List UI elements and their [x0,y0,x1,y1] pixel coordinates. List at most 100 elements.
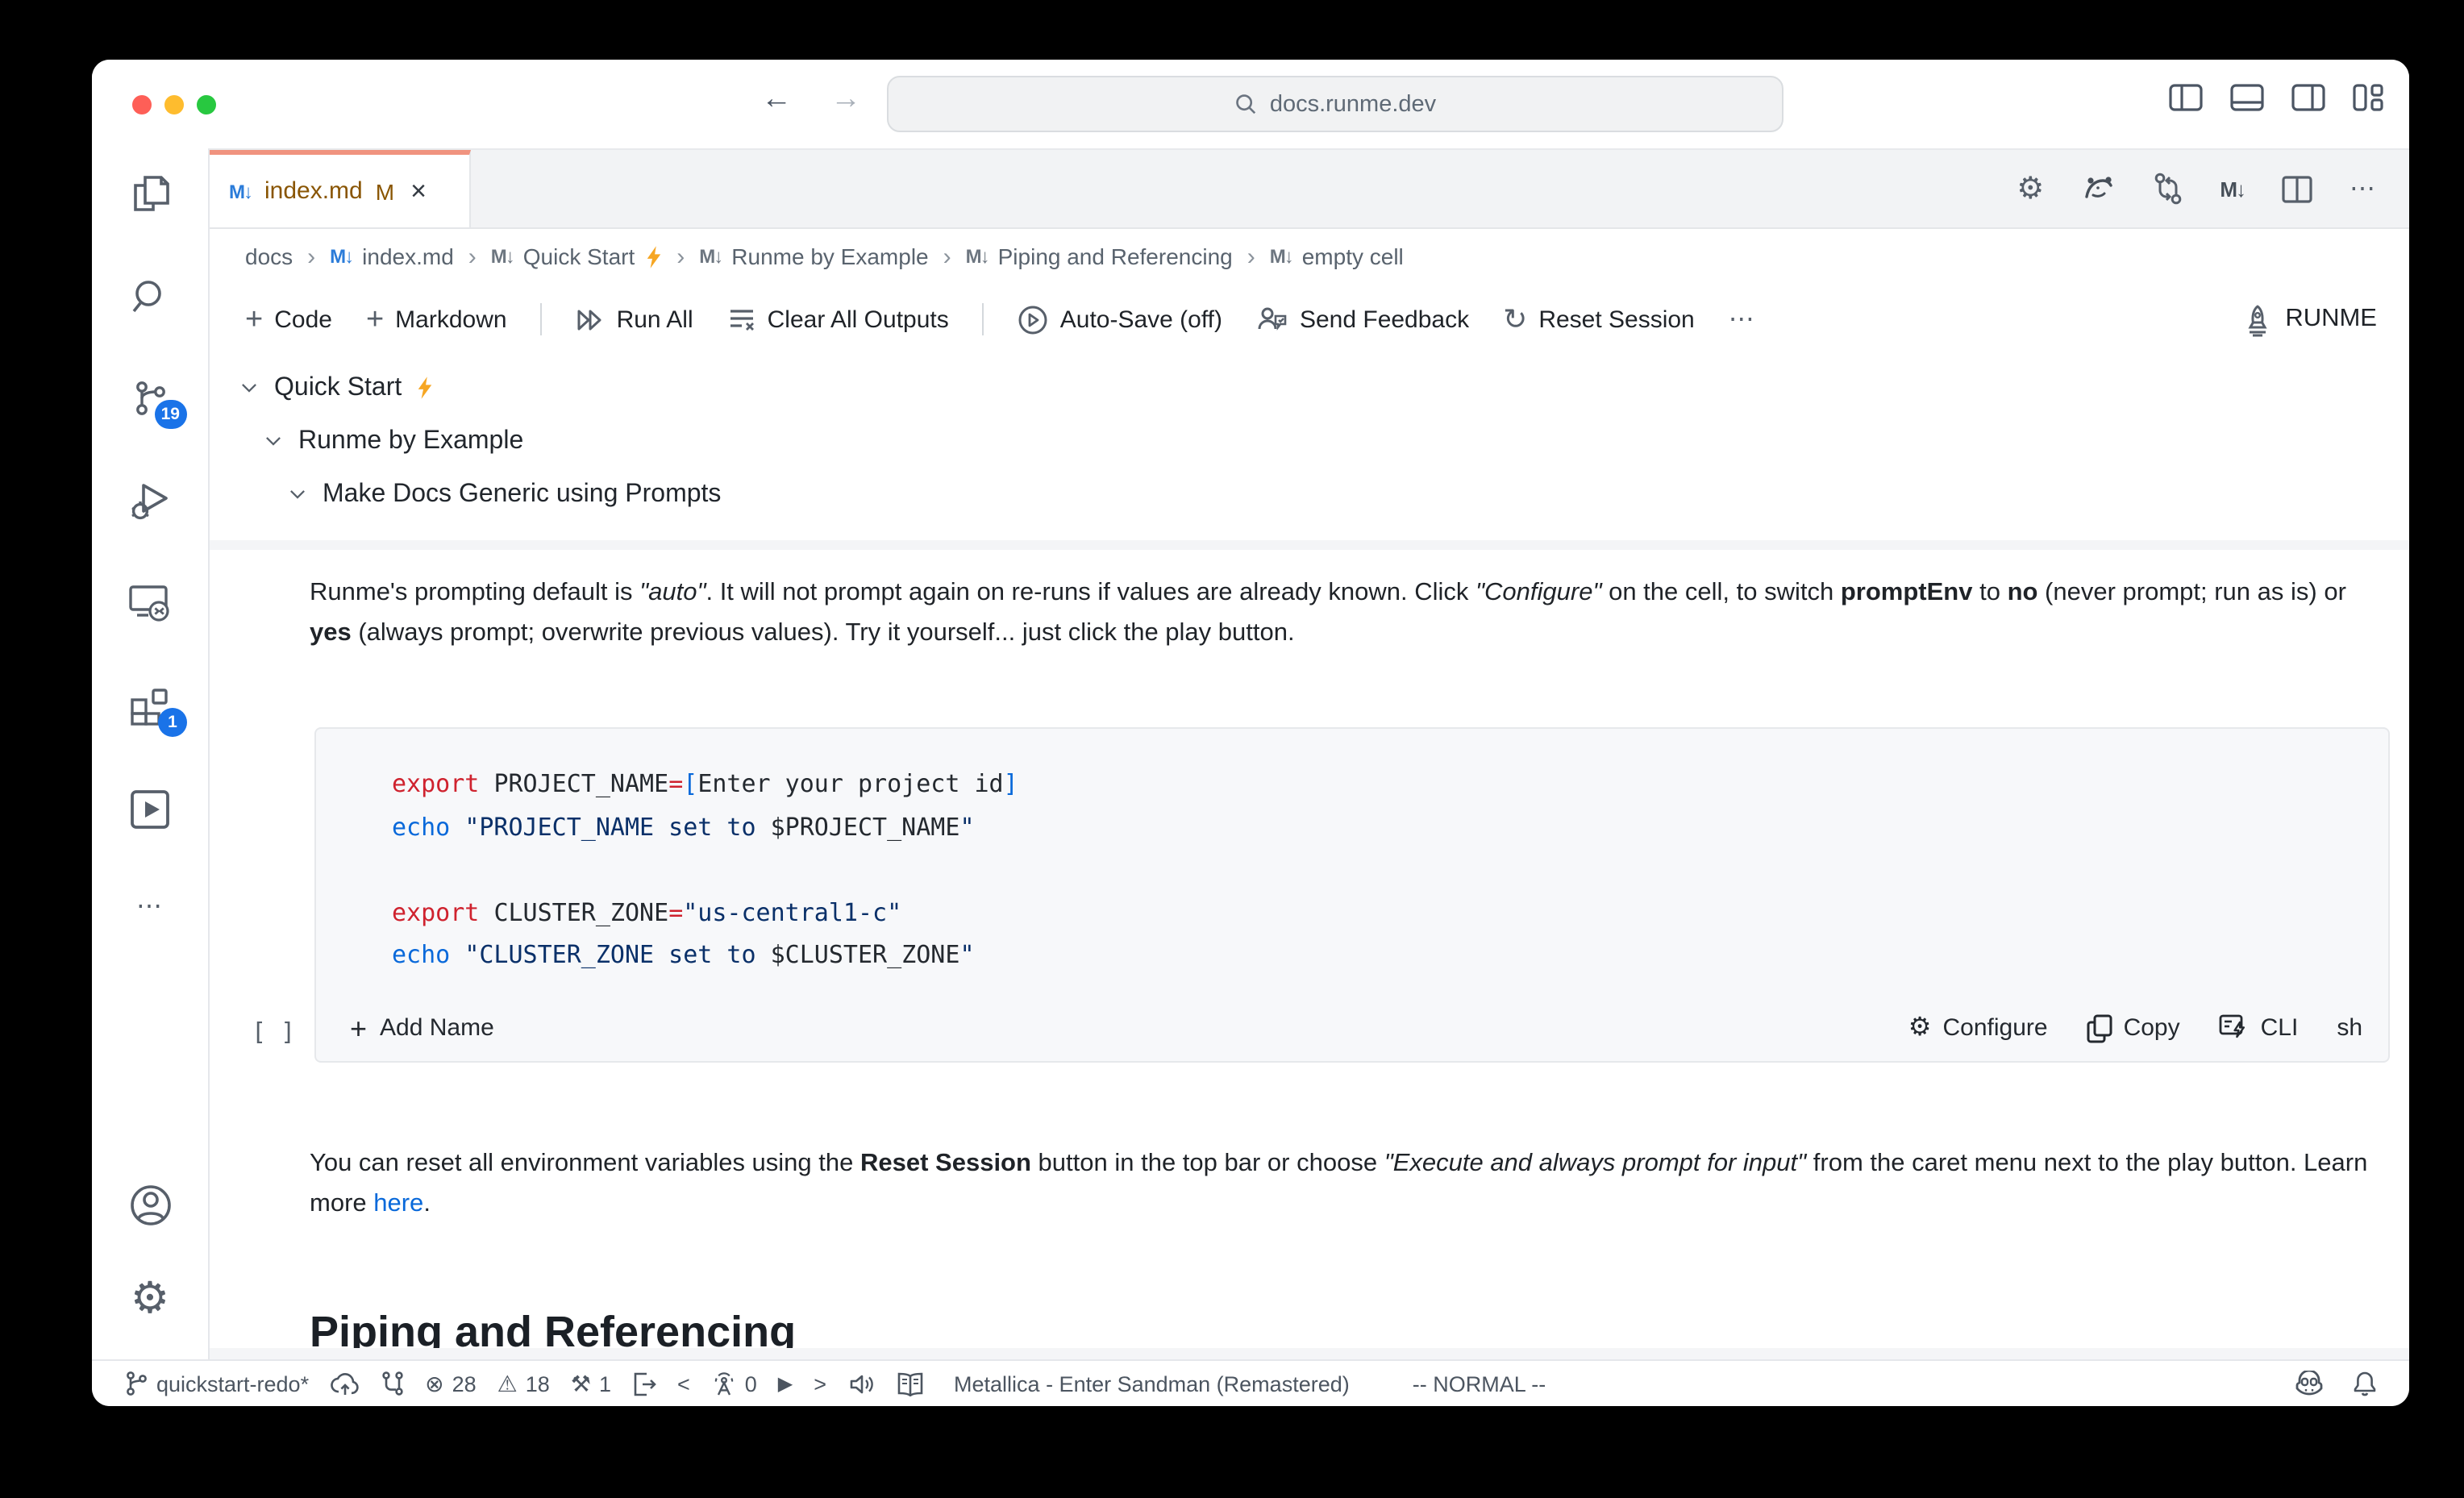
add-markdown-cell-button[interactable]: + Markdown [366,304,507,335]
autosave-toggle[interactable]: Auto-Save (off) [1018,304,1222,335]
breadcrumb-item[interactable]: docs [245,243,293,269]
account-icon[interactable] [127,1182,173,1229]
url-bar[interactable]: docs.runme.dev [887,76,1783,132]
source-control-icon[interactable]: 19 [128,377,186,429]
breadcrumb-item[interactable]: M↓ Quick Start [491,243,663,269]
markdown-paragraph: You can reset all environment variables … [310,1149,2368,1217]
outline-heading[interactable]: Make Docs Generic using Prompts [210,468,2409,521]
chevron-down-icon[interactable] [263,431,284,451]
tab-title: index.md [264,177,363,205]
reset-session-button[interactable]: ↻ Reset Session [1503,305,1695,334]
autosave-icon [1018,304,1049,335]
compare-changes-icon[interactable] [2152,173,2183,205]
add-code-cell-button[interactable]: + Code [245,304,332,335]
reset-icon: ↻ [1503,303,1528,335]
back-button[interactable]: ← [761,82,792,118]
tools-item[interactable]: ⚒ 1 [571,1371,611,1396]
close-tab-icon[interactable]: × [410,175,427,207]
reading-book-icon[interactable] [896,1371,923,1396]
copy-button[interactable]: Copy [2087,1013,2180,1042]
runme-notebooks-icon[interactable] [127,787,173,832]
breadcrumb-item[interactable]: M↓ Runme by Example [699,243,928,269]
more-views-icon[interactable]: ⋯ [136,890,164,922]
outline-heading[interactable]: Quick Start [210,361,2409,414]
inline-link[interactable]: here [373,1189,423,1217]
toolbar-divider [540,303,543,335]
breadcrumb-item[interactable]: M↓ empty cell [1270,243,1404,269]
toggle-sidebar-right-icon[interactable] [2291,84,2325,111]
code-line: echo "CLUSTER_ZONE set to $CLUSTER_ZONE" [392,940,975,969]
more-actions-icon[interactable]: ⋯ [2350,173,2377,205]
split-editor-icon[interactable] [2282,175,2312,202]
problems-warnings-item[interactable]: ⚠ 18 [497,1371,550,1396]
run-debug-icon[interactable] [127,479,173,524]
previous-item-icon[interactable]: < [677,1371,690,1396]
run-all-button[interactable]: Run All [576,306,693,333]
lightning-icon [416,376,434,400]
outline-heading[interactable]: Runme by Example [210,414,2409,468]
git-branch-item[interactable]: quickstart-redo* [124,1371,309,1396]
copy-icon [2087,1013,2112,1042]
close-window-button[interactable] [132,95,152,114]
markdown-icon: M↓ [1269,245,1294,268]
toolbar-more-icon[interactable]: ⋯ [1729,303,1756,335]
plus-icon: + [365,302,385,336]
runme-mascot-icon[interactable] [2081,174,2115,203]
notebook-toolbar: + Code + Markdown Run All Clear All Outp… [210,284,2409,355]
now-playing-item[interactable]: Metallica - Enter Sandman (Remastered) [954,1371,1350,1396]
breadcrumb-separator: › [468,243,477,270]
gear-icon: ⚙ [1908,1013,1932,1041]
minimize-window-button[interactable] [164,95,184,114]
language-label[interactable]: sh [2337,1014,2362,1042]
vim-mode-indicator[interactable]: -- NORMAL -- [1413,1371,1546,1396]
add-name-button[interactable]: + Add Name [350,1013,494,1042]
copilot-icon[interactable] [2295,1371,2324,1396]
cli-button[interactable]: CLI [2219,1014,2298,1042]
zoom-window-button[interactable] [197,95,216,114]
notebook-settings-gear-icon[interactable]: ⚙ [2017,173,2044,204]
send-feedback-button[interactable]: Send Feedback [1256,305,1469,334]
breadcrumb-item[interactable]: M↓ Piping and Referencing [966,243,1233,269]
status-bar: quickstart-redo* ⊗ 28 ⚠ 18 ⚒ 1 < 0 ▶ > M… [92,1359,2409,1406]
runme-brand[interactable]: RUNME [2243,302,2377,336]
volume-icon[interactable] [847,1371,875,1396]
traffic-lights [132,95,216,114]
settings-gear-icon[interactable]: ⚙ [131,1276,169,1321]
breadcrumb-separator: › [943,243,951,270]
compare-branches-icon[interactable] [380,1371,404,1396]
configure-button[interactable]: ⚙ Configure [1908,1014,2048,1042]
extensions-icon[interactable]: 1 [127,684,187,737]
cell-boundary [210,540,2409,550]
warning-icon: ⚠ [497,1371,518,1396]
customize-layout-icon[interactable] [2353,84,2383,111]
vscode-window: ← → docs.runme.dev 19 1 ⋯ ⚙ M↓ index.md … [92,60,2409,1406]
publish-changes-icon[interactable] [330,1371,359,1396]
chevron-down-icon[interactable] [239,377,260,398]
toolbar-divider [982,303,984,335]
notifications-bell-icon[interactable] [2353,1371,2377,1396]
search-sidebar-icon[interactable] [128,276,172,319]
forward-button[interactable]: → [830,82,861,118]
breadcrumb-separator: › [1247,243,1255,270]
code-editor[interactable]: export PROJECT_NAME=[Enter your project … [316,729,2388,996]
play-item-icon[interactable]: ▶ [778,1372,793,1395]
clear-outputs-icon [727,306,756,333]
next-item-icon[interactable]: > [814,1371,826,1396]
toggle-panel-icon[interactable] [2230,84,2264,111]
exit-session-icon[interactable] [632,1371,656,1396]
tab-index-md[interactable]: M↓ index.md M × [210,150,471,227]
cli-icon [2219,1014,2250,1042]
remote-explorer-icon[interactable] [127,582,173,626]
open-preview-icon[interactable]: M↓ [2220,177,2246,201]
run-all-icon [576,306,606,333]
problems-errors-item[interactable]: ⊗ 28 [425,1371,477,1396]
remote-tunnel-item[interactable]: 0 [711,1371,757,1396]
breadcrumb-item[interactable]: M↓ index.md [330,243,454,269]
source-control-badge: 19 [154,400,186,429]
breadcrumb-separator: › [307,243,316,270]
chevron-down-icon[interactable] [287,484,308,505]
clear-all-outputs-button[interactable]: Clear All Outputs [727,306,949,333]
explorer-icon[interactable] [128,171,172,218]
toggle-sidebar-left-icon[interactable] [2169,84,2203,111]
